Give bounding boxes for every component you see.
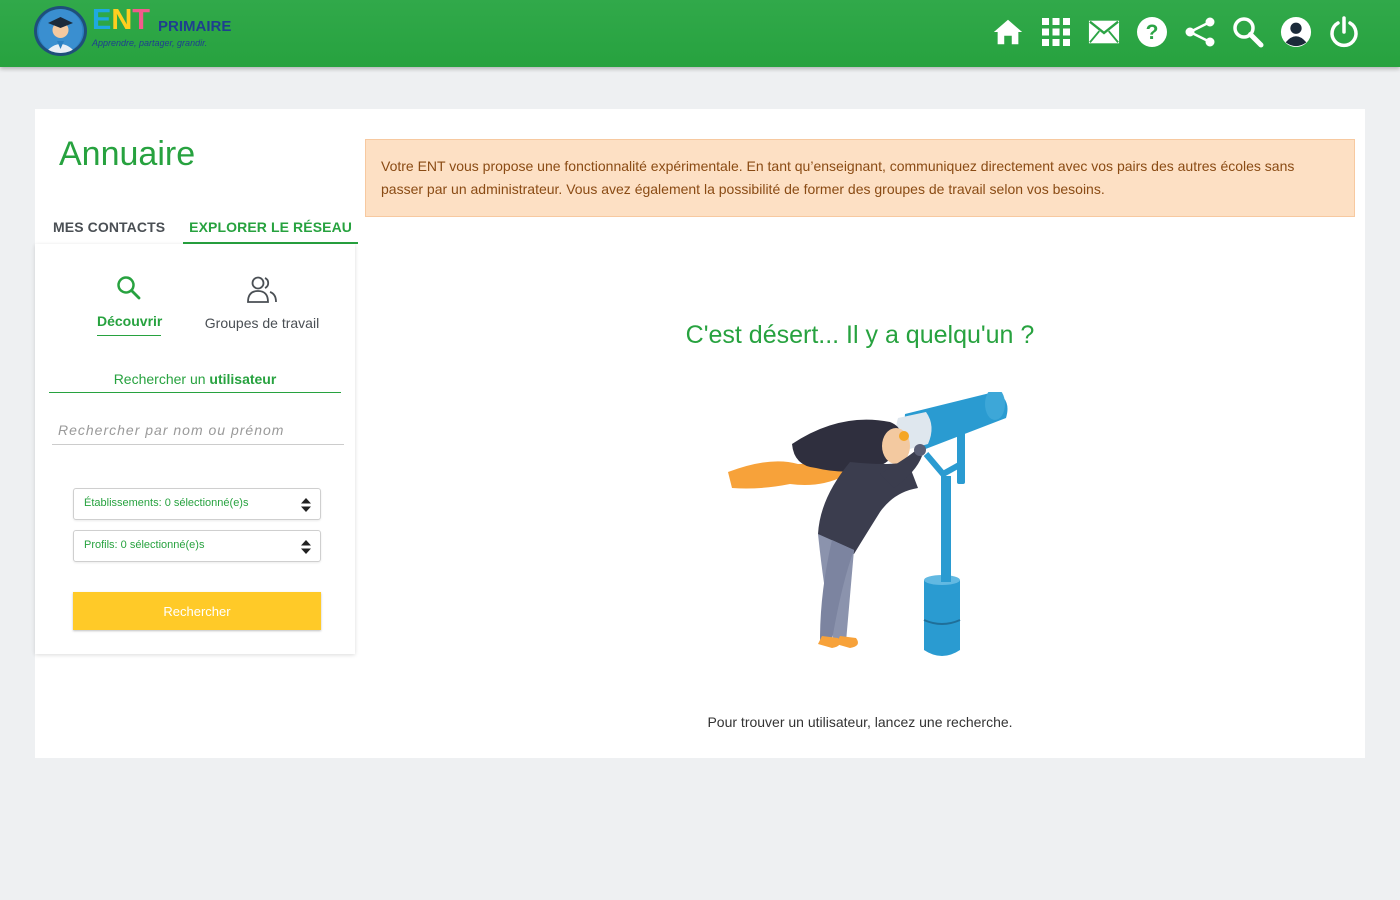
logo-word: ENT [92, 4, 151, 36]
share-icon[interactable] [1184, 14, 1216, 50]
profils-select-value: Profils: 0 sélectionné(e)s [84, 539, 205, 551]
logo-tagline: Apprendre, partager, grandir. [92, 38, 208, 48]
help-icon[interactable]: ? [1136, 14, 1168, 50]
account-icon[interactable] [1280, 14, 1312, 50]
directory-tabs: MES CONTACTS EXPLORER LE RÉSEAU [47, 215, 370, 244]
search-icon [117, 276, 141, 300]
experimental-feature-alert: Votre ENT vous propose une fonctionnalit… [365, 139, 1355, 217]
top-navigation-bar: ENT PRIMAIRE Apprendre, partager, grandi… [0, 0, 1400, 67]
logo-subword: PRIMAIRE [158, 18, 232, 35]
users-icon [247, 276, 277, 303]
tab-explorer-le-reseau[interactable]: EXPLORER LE RÉSEAU [183, 215, 358, 244]
etablissements-select-value: Établissements: 0 sélectionné(e)s [84, 497, 249, 509]
profils-select[interactable]: Profils: 0 sélectionné(e)s [73, 530, 321, 562]
sort-arrows-icon [301, 540, 311, 554]
svg-text:?: ? [1146, 21, 1159, 44]
search-sidebar: Découvrir Groupes de travail Rechercher … [35, 244, 355, 654]
apps-grid-icon[interactable] [1040, 14, 1072, 50]
sort-arrows-icon [301, 498, 311, 512]
search-heading-bold: utilisateur [209, 371, 277, 387]
tab-mes-contacts[interactable]: MES CONTACTS [47, 215, 171, 244]
search-button[interactable]: Rechercher [73, 592, 321, 630]
mail-icon[interactable] [1088, 14, 1120, 50]
mode-groupes-label: Groupes de travail [204, 315, 320, 331]
power-icon[interactable] [1328, 14, 1360, 50]
logo-avatar-icon [34, 6, 87, 56]
mode-decouvrir-label: Découvrir [97, 313, 162, 336]
header-icon-bar: ? [992, 14, 1360, 50]
telescope-woman-illustration [728, 392, 1008, 656]
empty-state-title: C'est désert... Il y a quelqu'un ? [685, 321, 1035, 349]
page-title: Annuaire [59, 135, 196, 173]
etablissements-select[interactable]: Établissements: 0 sélectionné(e)s [73, 488, 321, 520]
search-icon[interactable] [1232, 14, 1264, 50]
main-card: Annuaire MES CONTACTS EXPLORER LE RÉSEAU… [35, 109, 1365, 758]
home-icon[interactable] [992, 14, 1024, 50]
mode-groupes-de-travail[interactable]: Groupes de travail [203, 274, 321, 331]
name-search-input[interactable] [52, 416, 344, 445]
ent-logo[interactable]: ENT PRIMAIRE Apprendre, partager, grandi… [34, 4, 264, 58]
search-user-heading: Rechercher un utilisateur [49, 371, 341, 393]
mode-decouvrir[interactable]: Découvrir [97, 274, 162, 336]
search-heading-prefix: Rechercher un [113, 371, 206, 387]
empty-state-subtitle: Pour trouver un utilisateur, lancez une … [707, 714, 1013, 730]
